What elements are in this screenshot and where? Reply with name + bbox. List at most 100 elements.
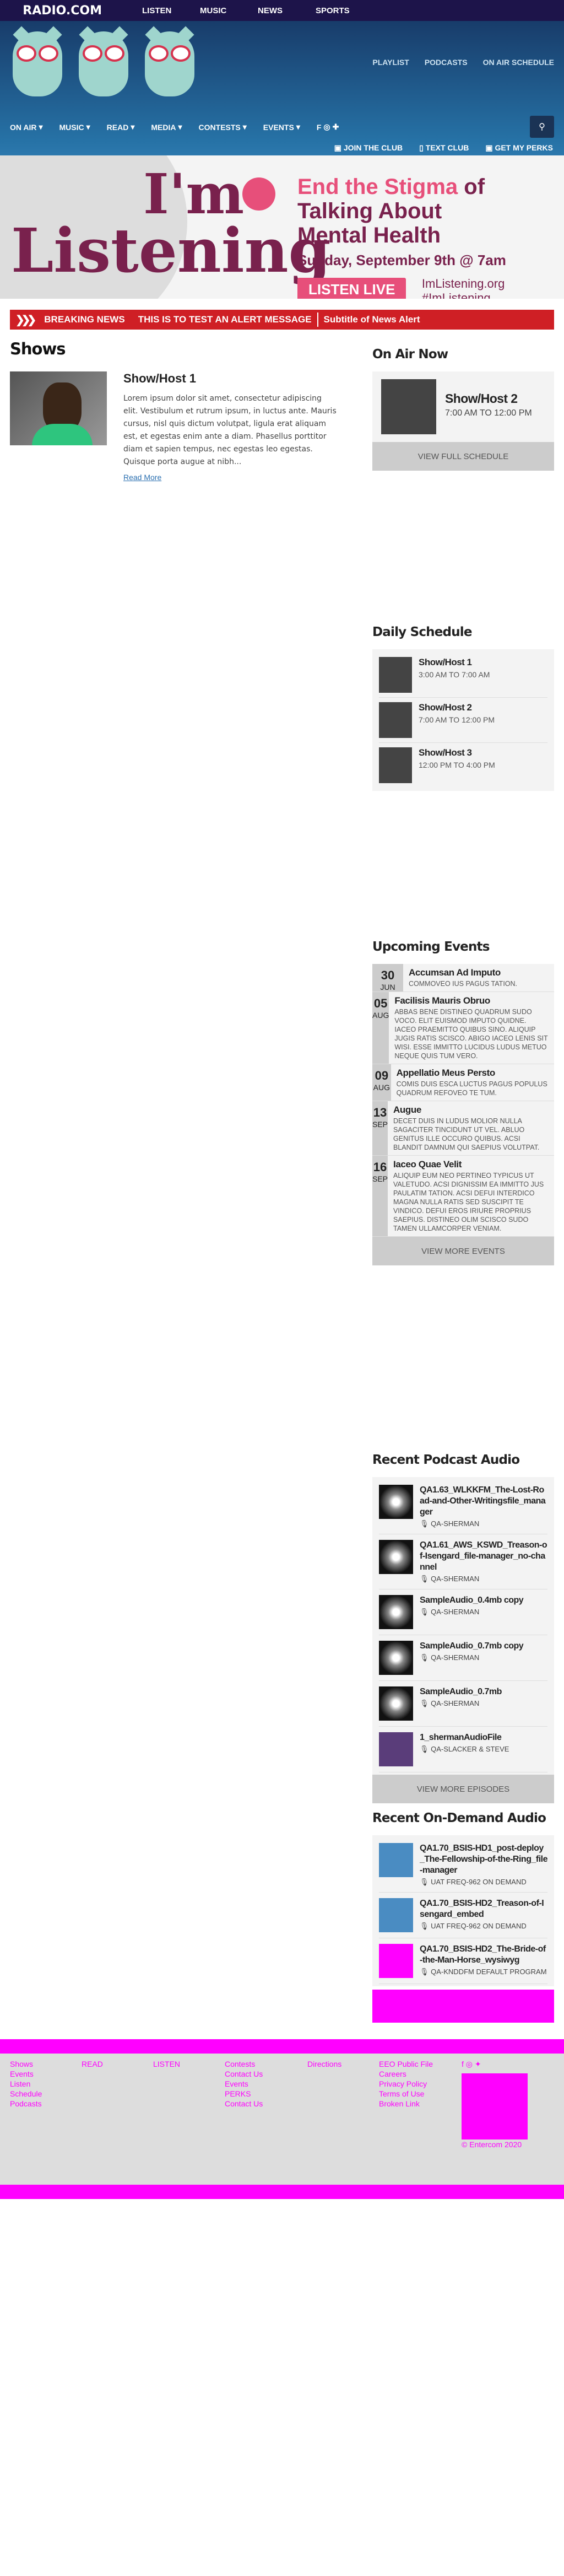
on-demand-title: QA1.70_BSIS-HD1_post-deploy_The-Fellowsh…	[420, 1844, 548, 1875]
event-item[interactable]: 13 SEP Augue DECET DUIS IN LUDUS MOLIOR NUL…	[372, 1101, 554, 1156]
podcast-author: 🎙 QA-SHERMAN	[420, 1699, 480, 1707]
event-date: 16 SEP	[372, 1156, 388, 1236]
facebook-icon[interactable]: f	[317, 123, 322, 132]
breaking-news-alert[interactable]: ❯❯❯ BREAKING NEWS THIS IS TO TEST AN ALE…	[10, 310, 554, 330]
search-icon: ⚲	[539, 122, 545, 132]
radio-com-logo[interactable]: RADIO.COM	[0, 4, 102, 18]
event-item[interactable]: 30 JUN Accumsan Ad Imputo COMMOVEO IUS PAGU…	[372, 964, 554, 992]
main-content: Shows Show/Host 1 Lorem ipsum dolor sit …	[0, 339, 564, 2023]
footer-link[interactable]: Terms of Use	[379, 2089, 462, 2099]
join-the-club-link[interactable]: ▣ JOIN THE CLUB	[334, 143, 403, 153]
instagram-icon[interactable]: ◎	[323, 122, 330, 132]
on-demand-item[interactable]: QA1.70_BSIS-HD2_Treason-of-Isengard_embe…	[379, 1893, 547, 1938]
on-air-host: Show/Host 2	[445, 391, 518, 406]
daily-schedule-heading: Daily Schedule	[372, 625, 472, 639]
footer-link[interactable]: Events	[225, 2079, 307, 2089]
nav-media[interactable]: MEDIA ▾	[151, 122, 182, 132]
owl-mascot	[10, 26, 65, 98]
event-desc: DECET DUIS IN LUDUS MOLIOR NULLA SAGACIT…	[393, 1117, 540, 1151]
phone-icon: ▯	[419, 143, 426, 152]
view-more-episodes-button[interactable]: VIEW MORE EPISODES	[372, 1775, 554, 1803]
footer-link[interactable]: Contests	[225, 2059, 307, 2069]
event-title: Accumsan Ad Imputo	[409, 967, 501, 978]
event-date: 13 SEP	[372, 1101, 388, 1155]
footer-link[interactable]: Contact Us	[225, 2099, 307, 2109]
footer-link[interactable]: PERKS	[225, 2089, 307, 2099]
podcast-title: QA1.63_WLKKFM_The-Lost-Road-and-Other-Wr…	[420, 1485, 546, 1517]
search-button[interactable]: ⚲	[530, 116, 554, 138]
listen-live-button[interactable]: LISTEN LIVE	[297, 278, 406, 299]
twitter-icon[interactable]: ✦	[475, 2060, 481, 2068]
nav-read[interactable]: READ ▾	[107, 122, 135, 132]
plus-icon[interactable]: ✚	[333, 122, 339, 132]
view-full-schedule-button[interactable]: VIEW FULL SCHEDULE	[372, 442, 554, 471]
nav-on-air[interactable]: ON AIR ▾	[10, 122, 43, 132]
view-more-events-button[interactable]: VIEW MORE EVENTS	[372, 1237, 554, 1265]
owl-mascot	[142, 26, 197, 98]
read-more-link[interactable]: Read More	[123, 473, 338, 482]
promo-banner[interactable]: I'm Listening End the Stigma of Talking …	[0, 155, 564, 299]
footer-link[interactable]: Events	[10, 2069, 82, 2079]
network-nav-listen[interactable]: LISTEN	[142, 6, 200, 15]
text-club-link[interactable]: ▯ TEXT CLUB	[419, 143, 469, 153]
footer-link[interactable]: LISTEN	[153, 2059, 225, 2069]
podcasts-link[interactable]: PODCASTS	[425, 58, 468, 67]
schedule-time: 7:00 AM TO 12:00 PM	[419, 715, 495, 724]
event-desc: ABBAS BENE DISTINEO QUADRUM SUDO VOCO. E…	[394, 1008, 548, 1060]
nav-events[interactable]: EVENTS ▾	[263, 122, 300, 132]
event-item[interactable]: 09 AUG Appellatio Meus Persto COMIS DUIS ES…	[372, 1064, 554, 1101]
nav-music[interactable]: MUSIC ▾	[59, 122, 90, 132]
podcast-author: 🎙 QA-SHERMAN	[420, 1519, 480, 1528]
show-image[interactable]	[10, 371, 107, 445]
podcast-item[interactable]: SampleAudio_0.7mb copy 🎙 QA-SHERMAN	[379, 1635, 547, 1681]
podcast-item[interactable]: SampleAudio_0.7mb 🎙 QA-SHERMAN	[379, 1681, 547, 1727]
nav-contests[interactable]: CONTESTS ▾	[199, 122, 247, 132]
footer-link[interactable]: Listen	[10, 2079, 82, 2089]
on-demand-item[interactable]: QA1.70_BSIS-HD2_The-Bride-of-the-Man-Hor…	[379, 1938, 547, 1984]
footer-link[interactable]: Schedule	[10, 2089, 82, 2099]
footer-link[interactable]: Contact Us	[225, 2069, 307, 2079]
on-air-schedule-link[interactable]: ON AIR SCHEDULE	[483, 58, 554, 67]
right-sidebar: On Air Now Show/Host 2 7:00 AM TO 12:00 …	[372, 339, 554, 2023]
on-air-time: 7:00 AM TO 12:00 PM	[445, 408, 532, 418]
broken-style-overlay	[372, 1990, 554, 2023]
footer-link[interactable]: Privacy Policy	[379, 2079, 462, 2089]
event-item[interactable]: 05 AUG Facilisis Mauris Obruo ABBAS BENE DI…	[372, 992, 554, 1064]
schedule-item[interactable]: Show/Host 3 12:00 PM TO 4:00 PM	[379, 743, 547, 788]
event-item[interactable]: 16 SEP Iaceo Quae Velit ALIQUIP EUM NEO PER…	[372, 1156, 554, 1237]
footer-col: f ◎ ✦ © Entercom 2020	[462, 2059, 533, 2149]
network-nav-news[interactable]: NEWS	[258, 6, 316, 15]
schedule-item[interactable]: Show/Host 1 3:00 AM TO 7:00 AM	[379, 653, 547, 698]
chevron-down-icon: ▾	[86, 122, 90, 131]
banner-headline: End the Stigma of Talking About Mental He…	[297, 175, 485, 247]
footer-link[interactable]: EEO Public File	[379, 2059, 462, 2069]
show-title[interactable]: Show/Host 1	[123, 371, 338, 386]
copyright: © Entercom 2020	[462, 2140, 522, 2149]
get-my-perks-link[interactable]: ▣ GET MY PERKS	[485, 143, 553, 153]
schedule-item[interactable]: Show/Host 2 7:00 AM TO 12:00 PM	[379, 698, 547, 743]
facebook-icon[interactable]: f	[462, 2060, 464, 2068]
chevron-down-icon: ▾	[178, 122, 182, 131]
podcast-item[interactable]: SampleAudio_0.4mb copy 🎙 QA-SHERMAN	[379, 1589, 547, 1635]
footer-link[interactable]: Podcasts	[10, 2099, 82, 2109]
on-demand-item[interactable]: QA1.70_BSIS-HD1_post-deploy_The-Fellowsh…	[379, 1837, 548, 1893]
footer-link[interactable]: READ	[82, 2059, 153, 2069]
upcoming-events-heading: Upcoming Events	[372, 940, 490, 954]
on-air-card[interactable]: Show/Host 2 7:00 AM TO 12:00 PM	[372, 371, 554, 442]
event-date: 30 JUN	[372, 964, 403, 991]
alert-message: THIS IS TO TEST AN ALERT MESSAGE	[138, 314, 312, 325]
station-logo[interactable]	[0, 26, 197, 98]
chevron-down-icon: ▾	[242, 122, 247, 131]
podcast-item[interactable]: QA1.63_WLKKFM_The-Lost-Road-and-Other-Wr…	[379, 1479, 547, 1534]
network-nav-music[interactable]: MUSIC	[200, 6, 258, 15]
on-demand-program: 🎙 UAT FREQ-962 ON DEMAND	[420, 1878, 527, 1886]
podcast-item[interactable]: 1_shermanAudioFile 🎙 QA-SLACKER & STEVE	[379, 1727, 547, 1772]
podcast-item[interactable]: QA1.61_AWS_KSWD_Treason-of-Isengard_file…	[379, 1534, 547, 1589]
playlist-link[interactable]: PLAYLIST	[372, 58, 409, 67]
footer-link[interactable]: Careers	[379, 2069, 462, 2079]
network-nav-sports[interactable]: SPORTS	[316, 6, 373, 15]
footer-link[interactable]: Shows	[10, 2059, 82, 2069]
footer-link[interactable]: Directions	[307, 2059, 379, 2069]
instagram-icon[interactable]: ◎	[466, 2060, 473, 2068]
footer-link[interactable]: Broken Link	[379, 2099, 462, 2109]
